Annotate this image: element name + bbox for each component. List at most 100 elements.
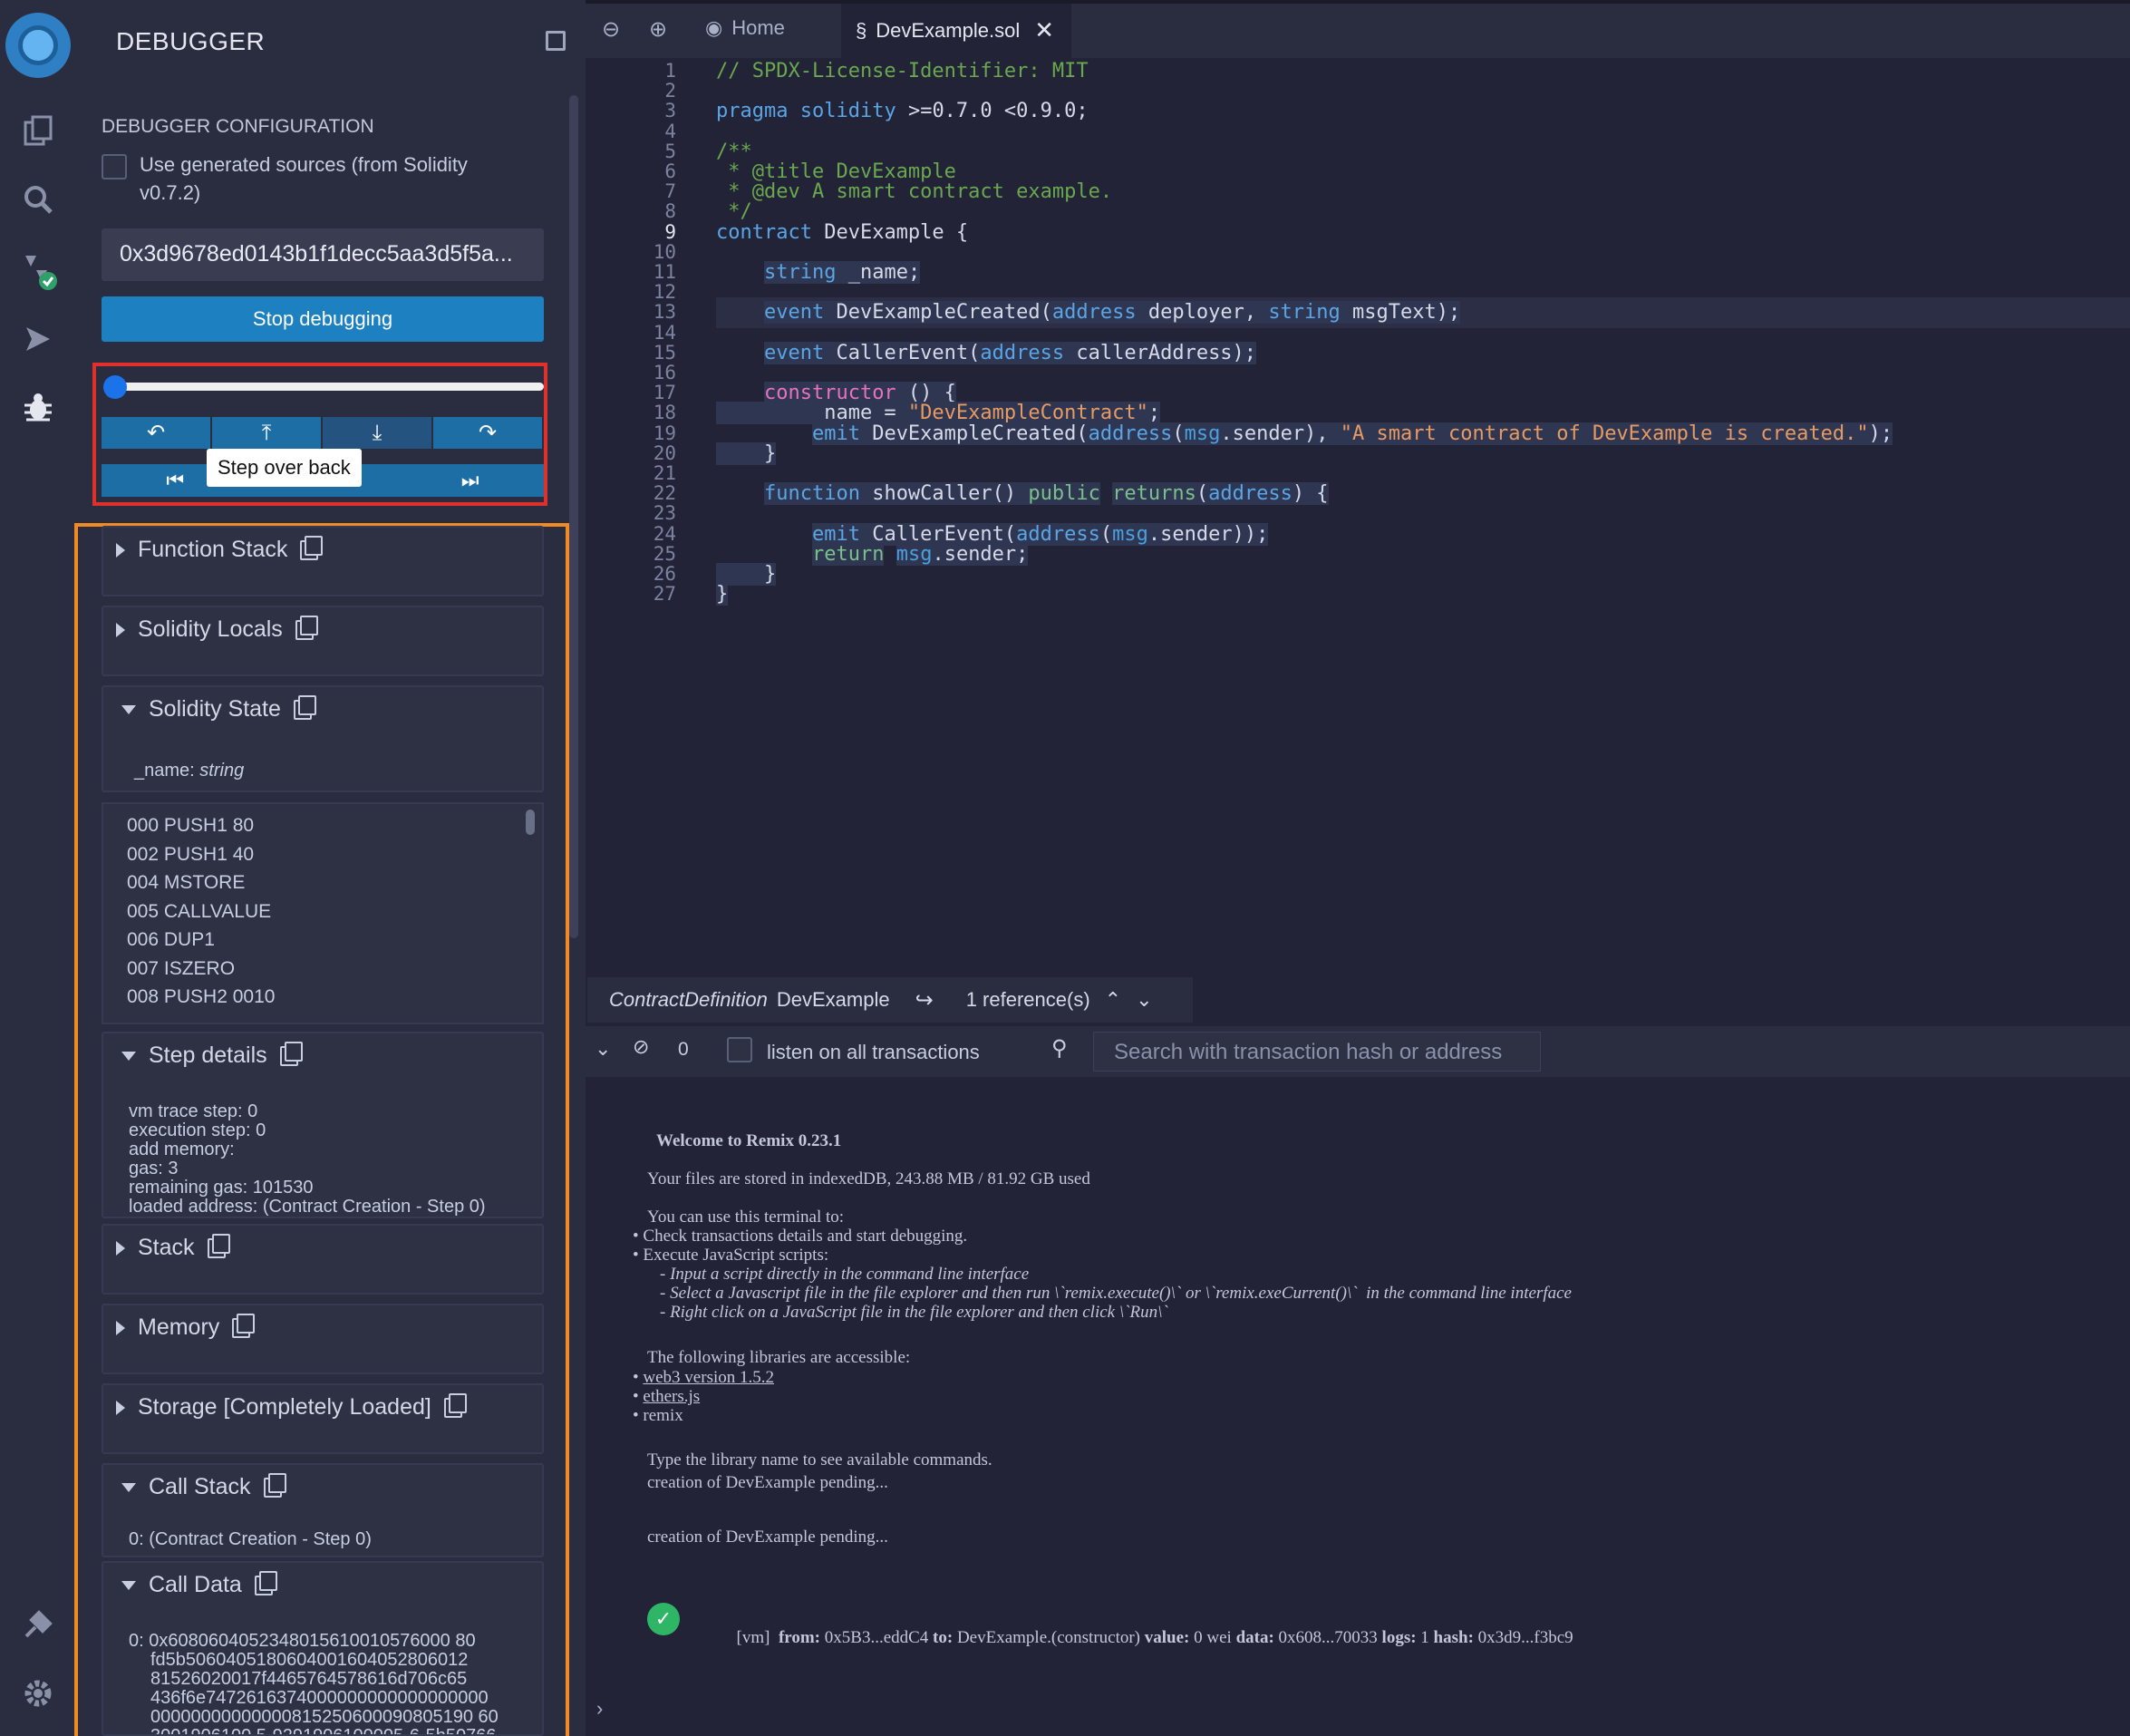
line-number[interactable]: 11 bbox=[586, 261, 676, 283]
line-number[interactable]: 7 bbox=[586, 180, 676, 202]
tx-log[interactable]: [vm] from: 0x5B3...eddC4 to: DevExample.… bbox=[711, 1608, 1573, 1668]
step-details-section[interactable]: Step details vm trace step: 0 execution s… bbox=[102, 1032, 544, 1218]
line-number[interactable]: 18 bbox=[586, 402, 676, 423]
jump-next-breakpoint-button[interactable]: ⏭ bbox=[396, 464, 545, 497]
line-number[interactable]: 17 bbox=[586, 382, 676, 403]
function-stack-section[interactable]: Function Stack bbox=[102, 526, 544, 596]
debugger-icon[interactable] bbox=[18, 388, 58, 428]
line-number[interactable]: 20 bbox=[586, 442, 676, 464]
close-icon[interactable]: ✕ bbox=[1034, 16, 1054, 44]
tx-hash-input[interactable]: 0x3d9678ed0143b1f1decc5aa3d5f5a... bbox=[102, 228, 544, 281]
code-line[interactable]: // SPDX-License-Identifier: MIT bbox=[716, 60, 1089, 82]
line-number[interactable]: 22 bbox=[586, 482, 676, 504]
copy-icon[interactable] bbox=[293, 694, 316, 720]
opcode-scrollbar[interactable] bbox=[526, 810, 535, 835]
code-line[interactable]: contract DevExample { bbox=[716, 221, 968, 244]
line-number[interactable]: 10 bbox=[586, 241, 676, 263]
generated-sources-checkbox[interactable] bbox=[102, 154, 127, 179]
line-number[interactable]: 24 bbox=[586, 523, 676, 545]
line-number[interactable]: 12 bbox=[586, 281, 676, 303]
lib-web3[interactable]: • web3 version 1.5.2 bbox=[633, 1368, 774, 1388]
solidity-compiler-icon[interactable] bbox=[18, 250, 58, 290]
code-line[interactable]: event DevExampleCreated(address deployer… bbox=[716, 301, 1461, 325]
opcode-item[interactable]: 008 PUSH2 0010 bbox=[127, 986, 275, 1008]
line-number[interactable]: 2 bbox=[586, 80, 676, 102]
listen-checkbox[interactable] bbox=[727, 1037, 752, 1062]
chevron-down-icon[interactable]: ⌄ bbox=[1136, 988, 1152, 1012]
code-line[interactable]: * @dev A smart contract example. bbox=[716, 180, 1112, 203]
storage-section[interactable]: Storage [Completely Loaded] bbox=[102, 1383, 544, 1454]
zoom-in-icon[interactable]: ⊕ bbox=[649, 16, 667, 43]
opcode-list[interactable]: 000 PUSH1 80 002 PUSH1 40 004 MSTORE 005 CA… bbox=[102, 802, 544, 1024]
opcode-item[interactable]: 004 MSTORE bbox=[127, 872, 245, 894]
panel-scrollbar[interactable] bbox=[569, 95, 578, 938]
copy-icon[interactable] bbox=[295, 615, 318, 640]
settings-icon[interactable] bbox=[18, 1673, 58, 1713]
code-line[interactable]: emit DevExampleCreated(address(msg.sende… bbox=[716, 422, 1893, 445]
line-number[interactable]: 4 bbox=[586, 121, 676, 142]
chevron-up-icon[interactable]: ⌃ bbox=[1105, 988, 1121, 1012]
code-line[interactable]: function showCaller() public returns(add… bbox=[716, 482, 1329, 506]
copy-icon[interactable] bbox=[207, 1233, 230, 1258]
stack-section[interactable]: Stack bbox=[102, 1224, 544, 1295]
solidity-state-section[interactable]: Solidity State _name: string bbox=[102, 685, 544, 792]
step-back-button[interactable]: ⤒ bbox=[212, 417, 323, 449]
terminal-search-input[interactable]: Search with transaction hash or address bbox=[1093, 1032, 1541, 1072]
line-number[interactable]: 26 bbox=[586, 563, 676, 585]
trace-slider[interactable] bbox=[103, 375, 544, 399]
collapse-terminal-icon[interactable]: ⌄ bbox=[595, 1037, 611, 1061]
code-line[interactable]: string _name; bbox=[716, 261, 921, 284]
copy-icon[interactable] bbox=[254, 1570, 277, 1595]
remix-logo-icon[interactable] bbox=[5, 13, 71, 78]
copy-icon[interactable] bbox=[443, 1392, 467, 1418]
line-number[interactable]: 5 bbox=[586, 141, 676, 162]
line-number[interactable]: 25 bbox=[586, 543, 676, 565]
memory-section[interactable]: Memory bbox=[102, 1304, 544, 1374]
stop-debugging-button[interactable]: Stop debugging bbox=[102, 296, 544, 342]
clear-terminal-icon[interactable]: ⊘ bbox=[633, 1035, 649, 1059]
deploy-run-icon[interactable] bbox=[18, 319, 58, 359]
tab-devexample-sol[interactable]: § DevExample.sol ✕ bbox=[856, 16, 1054, 44]
file-explorer-icon[interactable] bbox=[18, 111, 58, 150]
lib-ethers[interactable]: • ethers.js bbox=[633, 1387, 700, 1407]
call-data-section[interactable]: Call Data 0: 0x6080604052348015610010576… bbox=[102, 1561, 544, 1736]
opcode-item[interactable]: 006 DUP1 bbox=[127, 929, 215, 951]
line-number[interactable]: 8 bbox=[586, 200, 676, 222]
line-number[interactable]: 16 bbox=[586, 362, 676, 383]
step-over-forward-button[interactable]: ↷ bbox=[433, 417, 544, 449]
call-stack-section[interactable]: Call Stack 0: (Contract Creation - Step … bbox=[102, 1463, 544, 1557]
code-line[interactable]: event CallerEvent(address callerAddress)… bbox=[716, 341, 1257, 364]
step-into-button[interactable]: ⤓ bbox=[323, 417, 433, 449]
slider-thumb[interactable] bbox=[103, 375, 127, 399]
copy-icon[interactable] bbox=[300, 535, 324, 560]
opcode-item[interactable]: 002 PUSH1 40 bbox=[127, 844, 254, 866]
copy-icon[interactable] bbox=[232, 1313, 256, 1338]
line-number[interactable]: 1 bbox=[586, 60, 676, 82]
line-number[interactable]: 9 bbox=[586, 221, 676, 243]
line-number[interactable]: 23 bbox=[586, 502, 676, 524]
opcode-item[interactable]: 000 PUSH1 80 bbox=[127, 815, 254, 837]
copy-icon[interactable] bbox=[263, 1472, 286, 1498]
goto-definition-icon[interactable]: ↪ bbox=[915, 987, 934, 1013]
opcode-item[interactable]: 005 CALLVALUE bbox=[127, 901, 271, 923]
step-over-back-button[interactable]: ↶ bbox=[102, 417, 212, 449]
tab-home[interactable]: ◉ Home bbox=[705, 16, 785, 40]
copy-icon[interactable] bbox=[279, 1041, 303, 1066]
line-number[interactable]: 15 bbox=[586, 342, 676, 364]
panel-menu-icon[interactable] bbox=[546, 31, 566, 51]
line-number[interactable]: 6 bbox=[586, 160, 676, 182]
code-line[interactable]: } bbox=[716, 583, 729, 606]
line-number[interactable]: 3 bbox=[586, 100, 676, 121]
code-line[interactable]: } bbox=[716, 441, 777, 465]
opcode-item[interactable]: 007 ISZERO bbox=[127, 958, 235, 980]
line-number[interactable]: 14 bbox=[586, 322, 676, 344]
line-number[interactable]: 13 bbox=[586, 301, 676, 323]
line-number[interactable]: 27 bbox=[586, 583, 676, 605]
code-line[interactable]: pragma solidity >=0.7.0 <0.9.0; bbox=[716, 100, 1089, 122]
zoom-out-icon[interactable]: ⊖ bbox=[602, 16, 620, 43]
solidity-locals-section[interactable]: Solidity Locals bbox=[102, 606, 544, 676]
search-icon[interactable] bbox=[18, 179, 58, 219]
plugin-manager-icon[interactable] bbox=[18, 1605, 58, 1644]
line-number[interactable]: 19 bbox=[586, 422, 676, 444]
line-number[interactable]: 21 bbox=[586, 462, 676, 484]
